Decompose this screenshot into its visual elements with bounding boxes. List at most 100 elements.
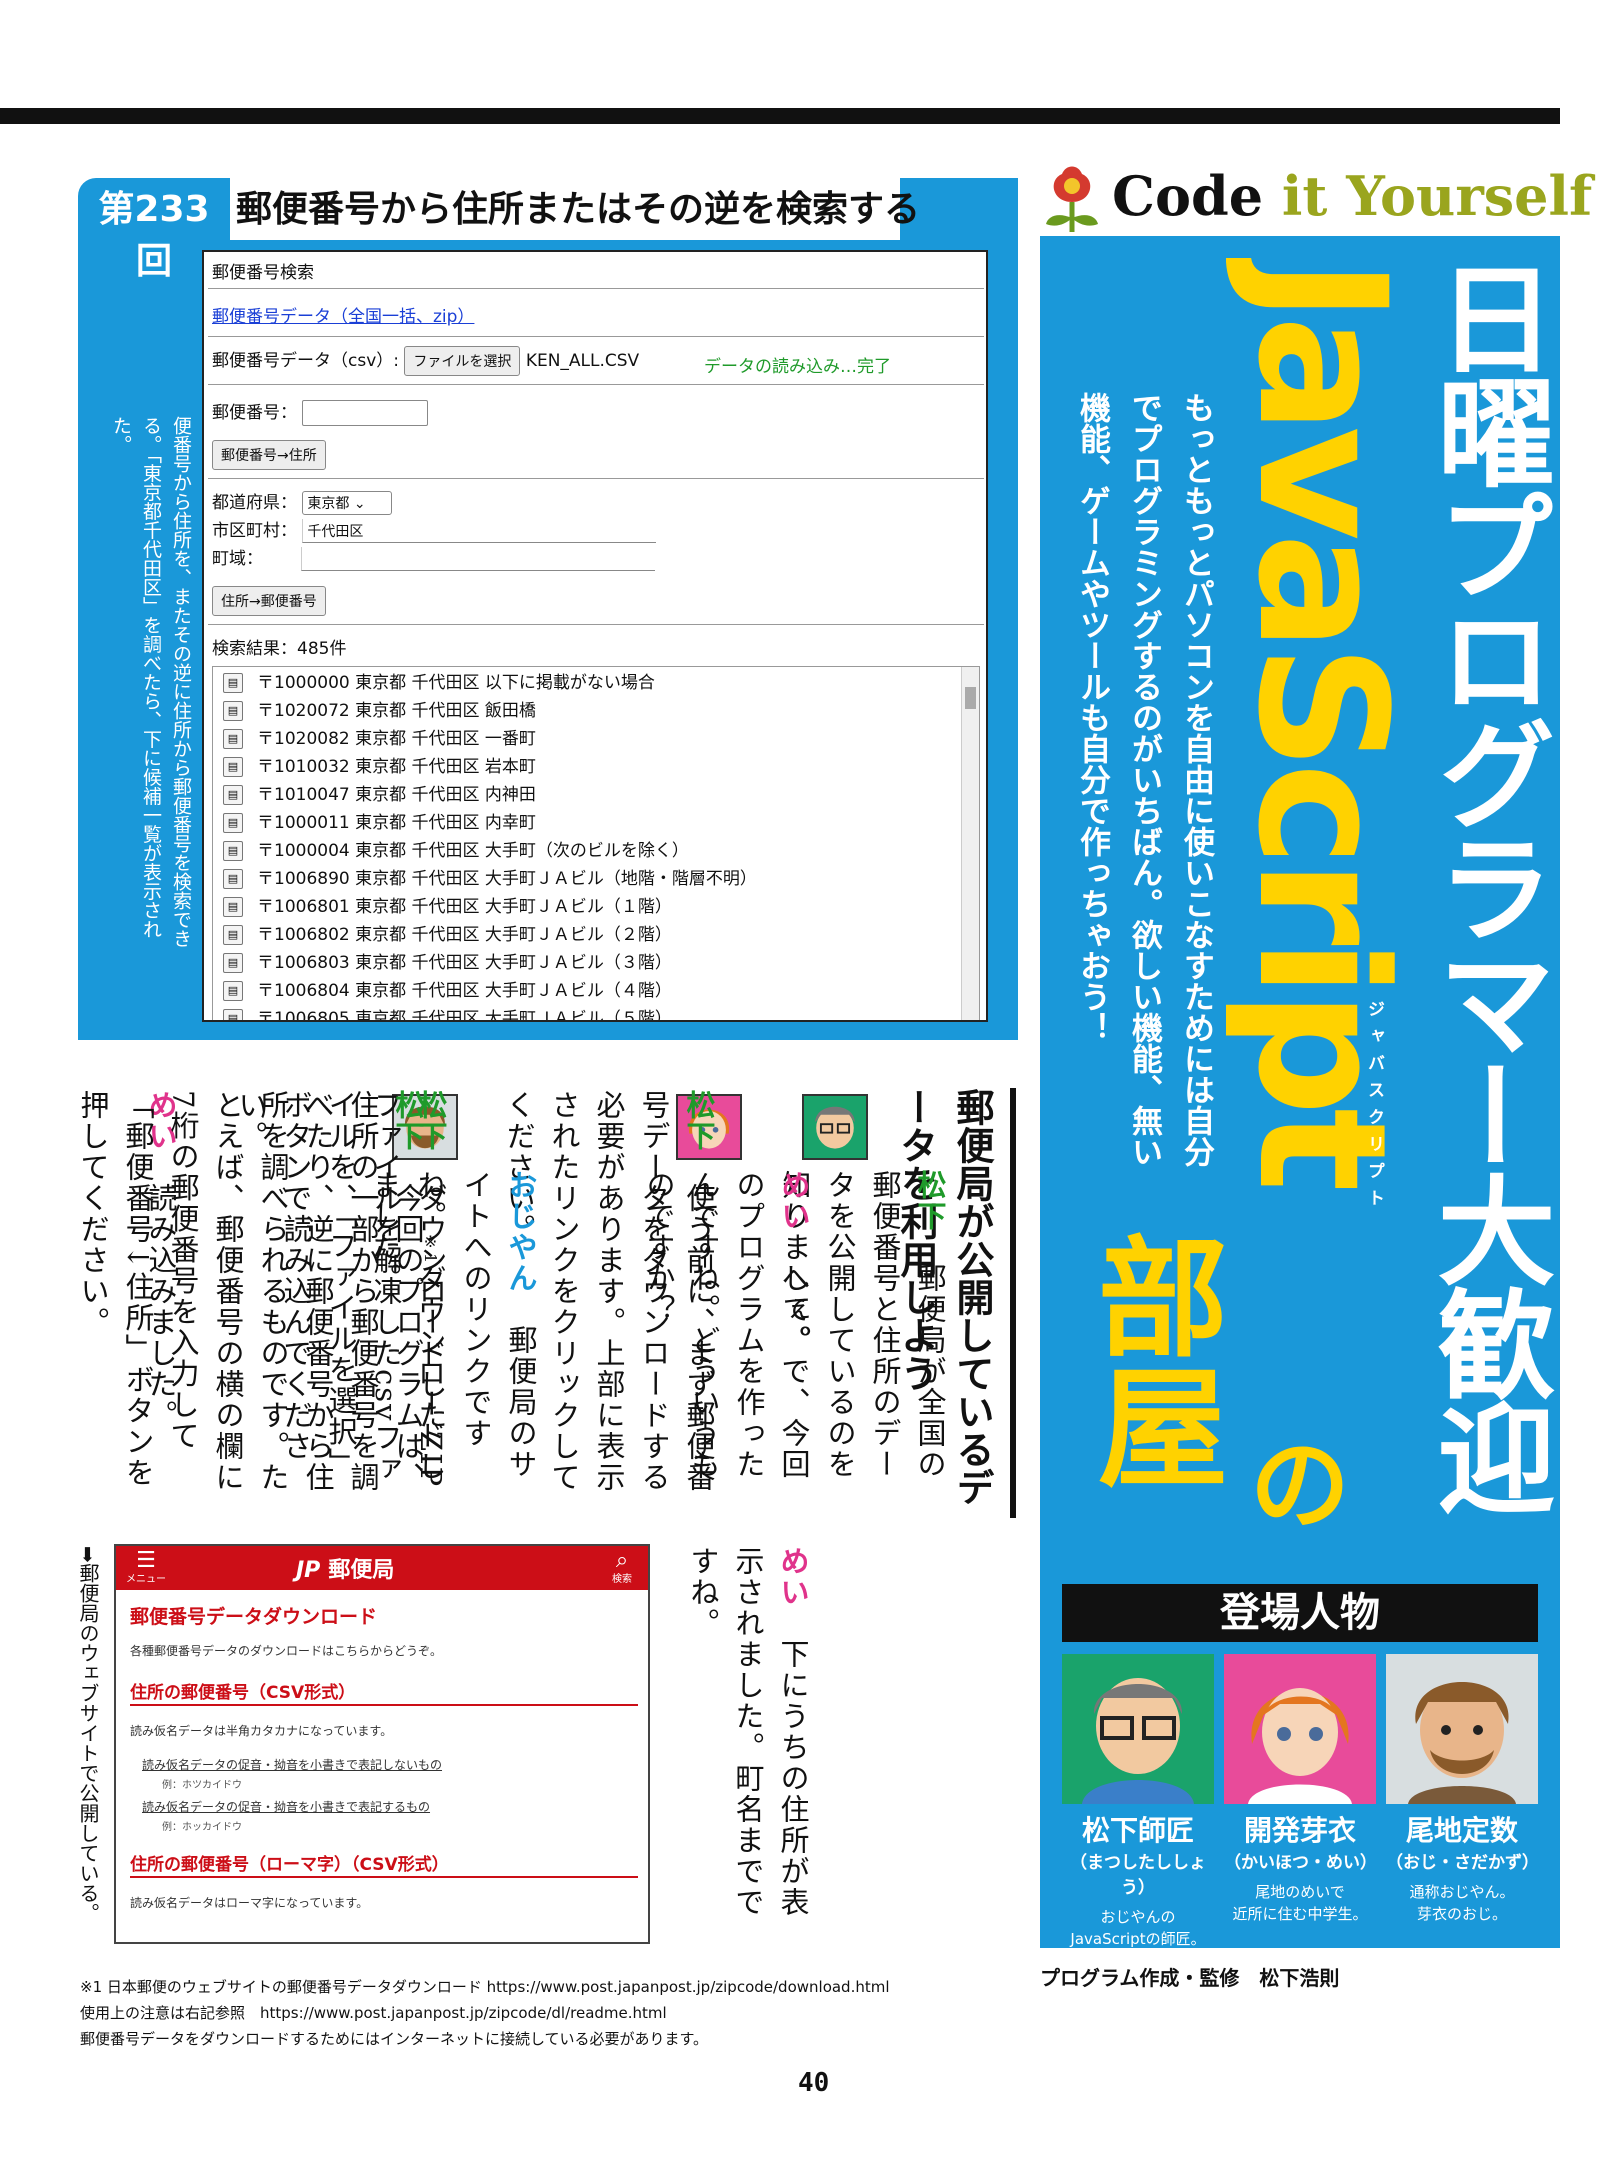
episode-badge: 第233回 [98,189,210,282]
section-rule [130,1876,638,1878]
town-row: 町域： [212,544,656,571]
result-row[interactable]: ▤ 〒1020082 東京都 千代田区 一番町 [223,725,536,753]
result-row[interactable]: ▤ 〒1006801 東京都 千代田区 大手町ＪＡビル（１階） [223,893,672,921]
cast-reading: （おじ・さだかず） [1386,1853,1539,1873]
post-page-title: 郵便番号データダウンロード [130,1606,378,1628]
csv-row: 郵便番号データ（csv）: ファイルを選択 KEN_ALL.CSV [212,346,639,376]
download-link[interactable]: 郵便番号データ（全国一括、zip） [212,302,474,327]
csv-label: 郵便番号データ（csv）: [212,351,399,371]
divider [208,624,984,625]
matsushita-avatar [1062,1654,1214,1804]
document-icon: ▤ [223,897,243,917]
series-title-no: の [1250,1427,1350,1544]
result-row[interactable]: ▤ 〒1010032 東京都 千代田区 岩本町 [223,753,536,781]
result-row[interactable]: ▤ 〒1006803 東京都 千代田区 大手町ＪＡビル（３階） [223,949,672,977]
cast-name: 開発芽衣 [1243,1814,1356,1847]
result-row[interactable]: ▤ 〒1000004 東京都 千代田区 大手町（次のビルを除く） [223,837,689,865]
tagline-3: 機能、ゲームやツールも自分で作っちゃおう！ [1074,392,1110,1043]
speaker-matsushita: 松下 [913,1170,947,1232]
speaker-mei: めい [776,1546,810,1608]
zip-label: 郵便番号： [212,403,297,423]
post-header: ☰ メニュー JP 郵便局 ⌕ 検索 [116,1546,648,1590]
speaker-matsushita: 松下 [391,1090,425,1152]
post-link-2[interactable]: 読み仮名データの促音・拗音を小書きで表記するもの [142,1798,430,1815]
zip-row: 郵便番号： [212,398,429,426]
result-row[interactable]: ▤ 〒1010047 東京都 千代田区 内神田 [223,781,536,809]
footnote-1: ※1 日本郵便のウェブサイトの郵便番号データダウンロード https://www… [80,1978,890,1996]
document-icon: ▤ [223,701,243,721]
document-icon: ▤ [223,785,243,805]
load-status: データの読み込み…完了 [704,357,891,377]
episode-title: 郵便番号から住所またはその逆を検索する [236,189,921,230]
city-label: 市区町村： [212,521,297,541]
document-icon: ▤ [223,841,243,861]
city-row: 市区町村： 千代田区 [212,516,657,543]
document-icon: ▤ [223,981,243,1001]
cast-name: 尾地定数 [1405,1814,1518,1847]
pref-value: 東京都 [307,496,350,512]
result-row[interactable]: ▤ 〒1006890 東京都 千代田区 大手町ＪＡビル（地階・階層不明） [223,865,757,893]
search-label: 検索 [612,1574,632,1585]
series-title-line1: 日曜プログラマー大歓迎 [1417,258,1555,1512]
section-rule [130,1704,638,1706]
logo-yourself: Yourself [1346,164,1593,228]
speaker-matsushita: 松下 [682,1090,716,1152]
result-text: 〒1006802 東京都 千代田区 大手町ＪＡビル（２階） [257,925,672,945]
result-row[interactable]: ▤ 〒1006802 東京都 千代田区 大手町ＪＡビル（２階） [223,921,672,949]
post-section-romaji: 住所の郵便番号（ローマ字）（CSV形式） [130,1855,449,1875]
file-select-button[interactable]: ファイルを選択 [404,346,521,376]
pref-row: 都道府県： 東京都 ⌄ [212,488,393,515]
matsushita-icon [802,1094,868,1160]
zip-to-address-button[interactable]: 郵便番号→住所 [212,440,326,470]
result-text: 〒1006804 東京都 千代田区 大手町ＪＡビル（４階） [257,981,672,1001]
post-link-1[interactable]: 読み仮名データの促音・拗音を小書きで表記しないもの [142,1756,442,1773]
scrollbar[interactable] [961,667,979,1020]
speaker-mei: めい [777,1170,811,1232]
dialogue-8: めい 下にうちの住所が表示されました。町名までですね。 [680,1546,815,1936]
cast-desc: 芽衣のおじ。 [1416,1905,1507,1923]
logo-it: it [1281,164,1347,228]
result-text: 〒1006801 東京都 千代田区 大手町ＪＡビル（１階） [257,897,672,917]
figure2-caption: ➡郵便局のウェブサイトで公開している。 [76,1546,100,1923]
scroll-thumb[interactable] [965,687,976,709]
result-text: 〒1006803 東京都 千代田区 大手町ＪＡビル（３階） [257,953,672,973]
series-logo: Code it Yourself [1040,160,1592,240]
chevron-down-icon: ⌄ [353,496,366,512]
address-to-zip-button[interactable]: 住所→郵便番号 [212,586,326,616]
result-list[interactable]: ▤ 〒1000000 東京都 千代田区 以下に掲載がない場合 ▤ 〒1020072 東… [212,666,980,1022]
result-text: 〒1000011 東京都 千代田区 内幸町 [257,813,536,833]
search-button[interactable]: ⌕ 検索 [604,1548,640,1586]
document-icon: ▤ [223,869,243,889]
divider [208,288,984,289]
document-icon: ▤ [223,673,243,693]
post-intro: 各種郵便番号データのダウンロードはこちらからどうぞ。 [130,1644,443,1658]
result-row[interactable]: ▤ 〒1000011 東京都 千代田区 内幸町 [223,809,536,837]
result-text: 〒1010047 東京都 千代田区 内神田 [257,785,536,805]
result-text: 〒1010032 東京都 千代田区 岩本町 [257,757,536,777]
menu-button[interactable]: ☰ メニュー [124,1548,168,1586]
logo-text: Code it Yourself [1112,164,1592,228]
zip-input[interactable] [302,400,429,426]
result-text: 〒1020072 東京都 千代田区 飯田橋 [257,701,536,721]
result-row[interactable]: ▤ 〒1006804 東京都 千代田区 大手町ＪＡビル（４階） [223,977,672,1005]
town-input[interactable] [301,547,656,571]
pref-label: 都道府県： [212,493,297,513]
result-text: 〒1006890 東京都 千代田区 大手町ＪＡビル（地階・階層不明） [257,869,757,889]
speaker-oji: おじやん [504,1170,538,1294]
document-icon: ▤ [223,925,243,945]
pref-select[interactable]: 東京都 ⌄ [302,491,393,515]
result-row[interactable]: ▤ 〒1020072 東京都 千代田区 飯田橋 [223,697,536,725]
tagline-2: でプログラミングするのがいちばん。欲しい機能、無い [1126,392,1162,1167]
tagline-1: もっともっとパソコンを自由に使いこなすためには自分 [1178,392,1214,1167]
cast-desc: 近所に住む中学生。 [1232,1905,1368,1923]
cast-desc: おじやんの [1100,1908,1176,1926]
result-row[interactable]: ▤ 〒1000000 東京都 千代田区 以下に掲載がない場合 [223,669,655,697]
post-section-csv: 住所の郵便番号（CSV形式） [130,1683,356,1703]
cast-name: 松下師匠 [1081,1814,1194,1847]
result-row[interactable]: ▤ 〒1006805 東京都 千代田区 大手町ＪＡビル（５階） [223,1005,672,1022]
result-text: 〒1006805 東京都 千代田区 大手町ＪＡビル（５階） [257,1009,672,1022]
app-screenshot: 郵便番号検索 郵便番号データ（全国一括、zip） 郵便番号データ（csv）: フ… [202,250,988,1022]
series-title-ruby: ジャバスクリプト [1364,1000,1384,1216]
mei-avatar [1224,1654,1376,1804]
city-input[interactable]: 千代田区 [302,519,657,543]
